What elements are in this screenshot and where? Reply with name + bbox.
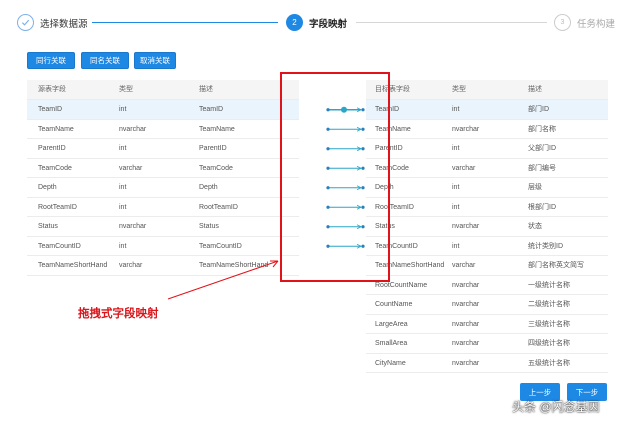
name-association-button[interactable]: 同名关联 bbox=[81, 52, 129, 69]
field-type-cell: nvarchar bbox=[452, 320, 480, 328]
column-header: 类型 bbox=[452, 86, 466, 93]
table-row[interactable]: RootTeamID int RootTeamID bbox=[27, 198, 299, 217]
field-type-cell: int bbox=[119, 145, 127, 152]
table-row[interactable]: LargeArea nvarchar 三级统计名称 bbox=[366, 315, 608, 334]
table-row[interactable]: TeamID int TeamID bbox=[27, 100, 299, 120]
table-row[interactable]: CityName nvarchar 五级统计名称 bbox=[366, 354, 608, 373]
check-icon bbox=[17, 14, 34, 31]
table-row[interactable]: Depth int Depth bbox=[27, 178, 299, 198]
step-select-datasource[interactable]: 选择数据源 bbox=[40, 16, 88, 30]
source-field-table: 源表字段 类型 描述 TeamID int TeamID TeamName nvarch… bbox=[27, 80, 299, 276]
field-type-cell: int bbox=[452, 145, 460, 152]
field-desc-cell: 部门ID bbox=[528, 106, 549, 113]
step-connector bbox=[356, 22, 547, 23]
table-row[interactable]: Depth int 层级 bbox=[366, 178, 608, 198]
field-desc-cell: 一级统计名称 bbox=[528, 281, 570, 289]
field-type-cell: varchar bbox=[119, 164, 143, 172]
table-row[interactable]: TeamCountID int 统计类别ID bbox=[366, 237, 608, 256]
step-task-build[interactable]: 任务构建 bbox=[577, 16, 615, 30]
field-name-cell: TeamID bbox=[38, 106, 63, 113]
field-type-cell: int bbox=[119, 203, 127, 211]
table-row[interactable]: TeamCountID int TeamCountID bbox=[27, 237, 299, 256]
row-association-button[interactable]: 同行关联 bbox=[27, 52, 75, 69]
table-row[interactable]: TeamName nvarchar 部门名称 bbox=[366, 120, 608, 139]
target-field-table: 目标表字段 类型 描述 TeamID int 部门ID TeamName nvarcha… bbox=[366, 80, 608, 373]
field-type-cell: nvarchar bbox=[452, 301, 480, 308]
table-row[interactable]: ParentID int ParentID bbox=[27, 139, 299, 159]
field-name-cell: TeamCountID bbox=[38, 242, 81, 250]
table-row[interactable]: Status nvarchar 状态 bbox=[366, 217, 608, 237]
field-type-cell: nvarchar bbox=[452, 125, 480, 133]
field-desc-cell: 层级 bbox=[528, 184, 542, 191]
column-header: 类型 bbox=[119, 86, 133, 93]
field-desc-cell: 部门名称 bbox=[528, 125, 556, 133]
table-row[interactable]: TeamCode varchar 部门编号 bbox=[366, 159, 608, 178]
table-row[interactable]: TeamName nvarchar TeamName bbox=[27, 120, 299, 139]
field-type-cell: int bbox=[452, 242, 460, 250]
table-row[interactable]: Status nvarchar Status bbox=[27, 217, 299, 237]
field-name-cell: LargeArea bbox=[375, 320, 408, 328]
field-name-cell: TeamName bbox=[38, 125, 74, 133]
field-desc-cell: 统计类别ID bbox=[528, 242, 563, 250]
table-row[interactable]: ParentID int 父部门ID bbox=[366, 139, 608, 159]
field-name-cell: Status bbox=[38, 223, 58, 230]
field-type-cell: int bbox=[452, 184, 460, 191]
step-field-mapping[interactable]: 字段映射 bbox=[309, 16, 347, 30]
field-type-cell: int bbox=[452, 106, 460, 113]
field-desc-cell: 四级统计名称 bbox=[528, 340, 570, 347]
step-connector bbox=[92, 22, 278, 23]
field-name-cell: TeamCode bbox=[38, 164, 72, 172]
field-name-cell: CountName bbox=[375, 301, 413, 308]
field-type-cell: int bbox=[452, 203, 460, 211]
step-2-number: 2 bbox=[286, 14, 303, 31]
field-name-cell: ParentID bbox=[38, 145, 66, 152]
table-header: 目标表字段 类型 描述 bbox=[366, 80, 608, 100]
field-desc-cell: 父部门ID bbox=[528, 145, 556, 152]
table-row[interactable]: TeamNameShortHand varchar 部门名称英文简写 bbox=[366, 256, 608, 276]
stepper: 选择数据源 2 字段映射 3 任务构建 bbox=[0, 0, 640, 42]
field-desc-cell: 状态 bbox=[528, 223, 542, 230]
table-row[interactable]: CountName nvarchar 二级统计名称 bbox=[366, 295, 608, 315]
watermark: 头条 @闪念基因 bbox=[512, 400, 600, 414]
field-desc-cell: 根部门ID bbox=[528, 203, 556, 211]
step-3-number: 3 bbox=[554, 14, 571, 31]
table-row[interactable]: TeamID int 部门ID bbox=[366, 100, 608, 120]
field-name-cell: CityName bbox=[375, 359, 406, 367]
field-desc-cell: 三级统计名称 bbox=[528, 320, 570, 328]
annotation-arrow-icon bbox=[167, 260, 279, 300]
field-desc-cell: 五级统计名称 bbox=[528, 359, 570, 367]
field-type-cell: nvarchar bbox=[452, 359, 480, 367]
column-header: 描述 bbox=[528, 86, 542, 93]
field-name-cell: SmallArea bbox=[375, 340, 408, 347]
field-type-cell: varchar bbox=[452, 164, 476, 172]
field-type-cell: varchar bbox=[452, 262, 476, 269]
field-type-cell: int bbox=[119, 106, 127, 113]
table-row[interactable]: TeamCode varchar TeamCode bbox=[27, 159, 299, 178]
field-type-cell: nvarchar bbox=[119, 223, 147, 230]
field-name-cell: TeamNameShortHand bbox=[38, 262, 108, 269]
field-type-cell: int bbox=[119, 242, 127, 250]
table-row[interactable]: RootTeamID int 根部门ID bbox=[366, 198, 608, 217]
table-row[interactable]: SmallArea nvarchar 四级统计名称 bbox=[366, 334, 608, 354]
field-name-cell: Depth bbox=[38, 184, 57, 191]
field-desc-cell: 部门编号 bbox=[528, 164, 556, 172]
table-header: 源表字段 类型 描述 bbox=[27, 80, 299, 100]
column-header: 源表字段 bbox=[38, 86, 66, 93]
field-type-cell: int bbox=[119, 184, 127, 191]
field-desc-cell: 二级统计名称 bbox=[528, 301, 570, 308]
field-desc-cell: 部门名称英文简写 bbox=[528, 262, 584, 269]
annotation-highlight-box bbox=[280, 72, 390, 282]
field-type-cell: nvarchar bbox=[452, 340, 480, 347]
cancel-association-button[interactable]: 取消关联 bbox=[134, 52, 176, 69]
field-type-cell: nvarchar bbox=[119, 125, 147, 133]
field-type-cell: nvarchar bbox=[452, 281, 480, 289]
annotation-label: 拖拽式字段映射 bbox=[78, 306, 159, 320]
field-name-cell: RootTeamID bbox=[38, 203, 77, 211]
field-type-cell: nvarchar bbox=[452, 223, 480, 230]
table-row[interactable]: RootCountName nvarchar 一级统计名称 bbox=[366, 276, 608, 295]
